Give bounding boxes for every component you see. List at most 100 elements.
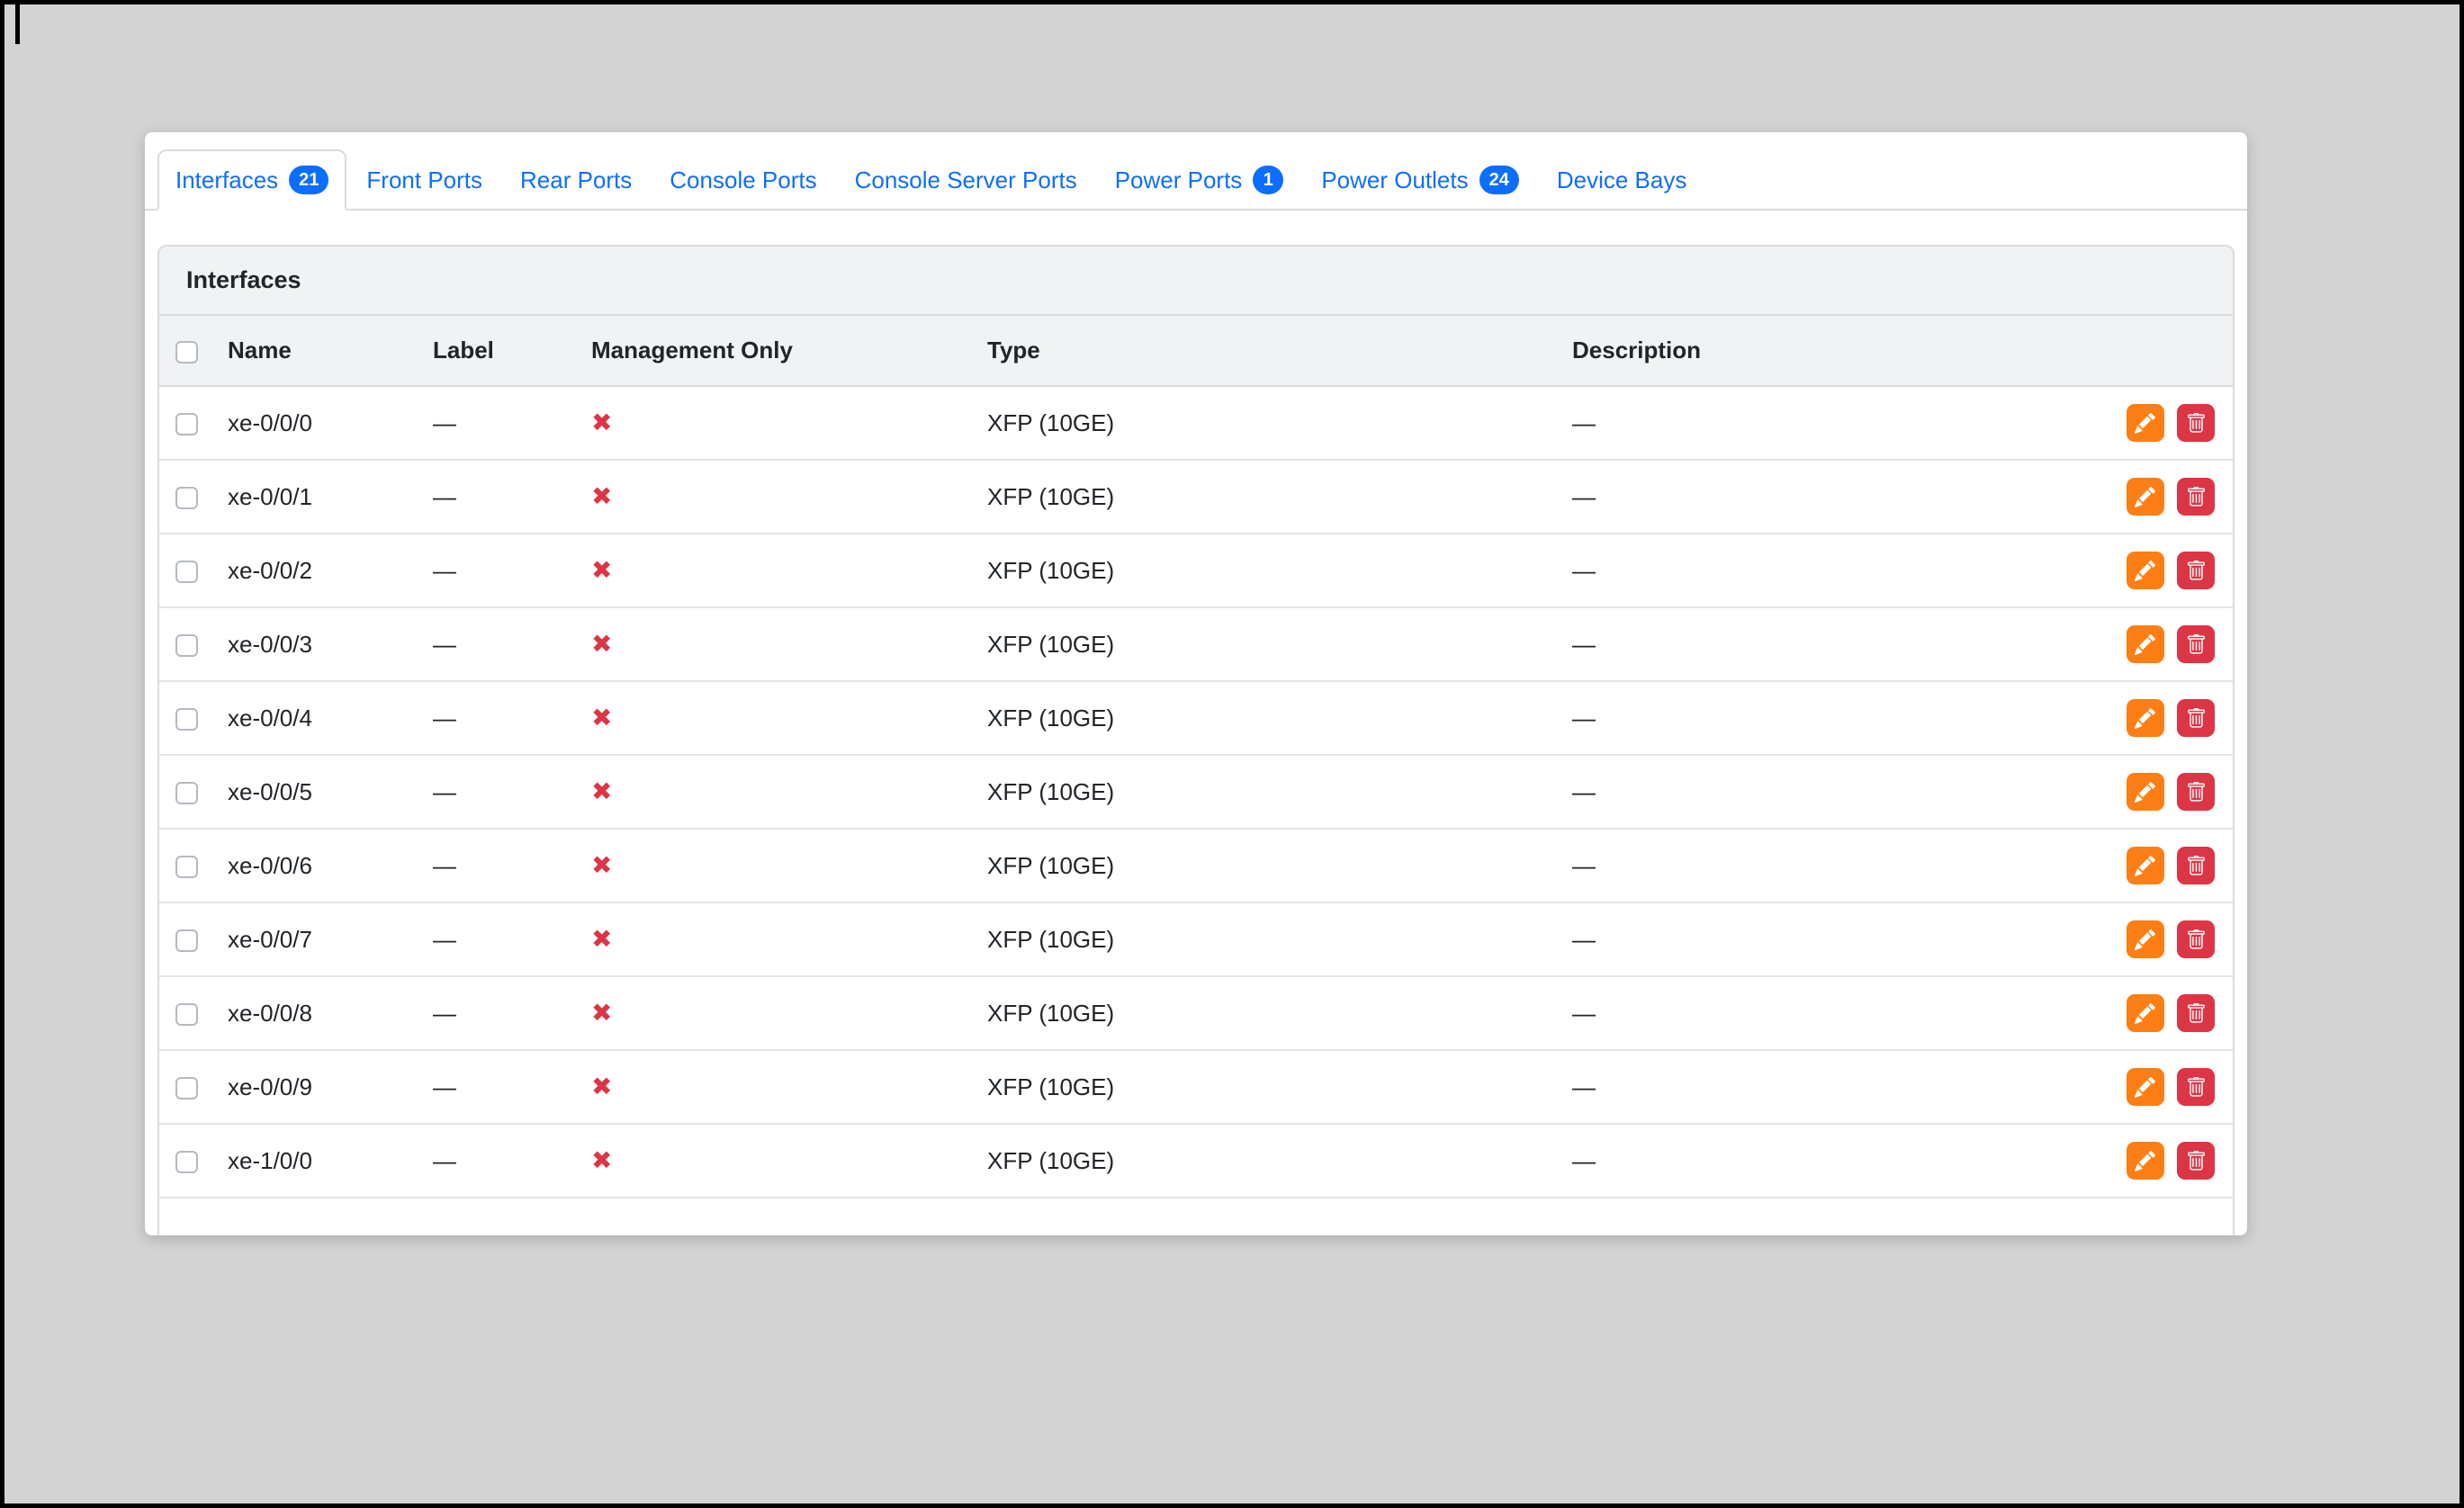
- interface-label: —: [433, 829, 591, 903]
- pencil-icon: [2135, 929, 2156, 950]
- interfaces-table: Name Label Management Only Type Descript…: [159, 316, 2233, 1198]
- management-only-false-icon: ✖: [591, 850, 613, 879]
- edit-button[interactable]: [2126, 773, 2164, 811]
- interface-type: XFP (10GE): [987, 386, 1572, 461]
- management-only-false-icon: ✖: [591, 481, 613, 510]
- interface-type: XFP (10GE): [987, 902, 1572, 977]
- pencil-icon: [2135, 1076, 2156, 1098]
- edit-button[interactable]: [2126, 625, 2164, 663]
- interface-description: —: [1572, 534, 2116, 608]
- interface-label: —: [433, 681, 591, 756]
- row-checkbox[interactable]: [175, 782, 198, 805]
- pencil-icon: [2135, 855, 2156, 876]
- interface-row: xe-0/0/3 — ✖ XFP (10GE) —: [159, 607, 2233, 682]
- panel-title: Interfaces: [159, 247, 2233, 316]
- delete-button[interactable]: [2177, 478, 2215, 516]
- trash-icon: [2187, 781, 2205, 802]
- interface-description: —: [1572, 976, 2116, 1051]
- interface-name: xe-0/0/7: [228, 902, 433, 977]
- delete-button[interactable]: [2177, 773, 2215, 811]
- edit-button[interactable]: [2126, 478, 2164, 516]
- interface-type: XFP (10GE): [987, 976, 1572, 1051]
- delete-button[interactable]: [2177, 404, 2215, 442]
- delete-button[interactable]: [2177, 994, 2215, 1032]
- delete-button[interactable]: [2177, 625, 2215, 663]
- delete-button[interactable]: [2177, 920, 2215, 958]
- pencil-icon: [2135, 1002, 2156, 1024]
- interface-description: —: [1572, 460, 2116, 534]
- interface-name: xe-0/0/0: [228, 386, 433, 461]
- edit-button[interactable]: [2126, 994, 2164, 1032]
- interface-type: XFP (10GE): [987, 1124, 1572, 1198]
- tab-rear-ports[interactable]: Rear Ports: [502, 149, 650, 211]
- select-all-checkbox[interactable]: [175, 340, 198, 364]
- edit-button[interactable]: [2126, 699, 2164, 737]
- edit-button[interactable]: [2126, 847, 2164, 884]
- row-checkbox[interactable]: [175, 1077, 198, 1100]
- interface-description: —: [1572, 829, 2116, 903]
- column-header-name: Name: [228, 316, 433, 387]
- row-checkbox[interactable]: [175, 1151, 198, 1174]
- interface-name: xe-0/0/4: [228, 681, 433, 756]
- pencil-icon: [2135, 633, 2156, 655]
- edit-button[interactable]: [2126, 1068, 2164, 1106]
- row-checkbox[interactable]: [175, 929, 198, 953]
- tab-console-ports[interactable]: Console Ports: [652, 149, 834, 211]
- interface-label: —: [433, 460, 591, 534]
- tab-count-badge: 21: [289, 166, 329, 194]
- interface-name: xe-0/0/2: [228, 534, 433, 608]
- row-checkbox[interactable]: [175, 561, 198, 584]
- edit-button[interactable]: [2126, 920, 2164, 958]
- delete-button[interactable]: [2177, 1142, 2215, 1180]
- management-only-false-icon: ✖: [591, 629, 613, 658]
- delete-button[interactable]: [2177, 1068, 2215, 1106]
- pencil-icon: [2135, 781, 2156, 803]
- row-checkbox[interactable]: [175, 1003, 198, 1027]
- tab-label: Front Ports: [366, 166, 483, 193]
- tab-device-bays[interactable]: Device Bays: [1539, 149, 1705, 211]
- trash-icon: [2187, 486, 2205, 507]
- row-checkbox[interactable]: [175, 634, 198, 658]
- interface-description: —: [1572, 902, 2116, 977]
- edit-button[interactable]: [2126, 404, 2164, 442]
- tab-power-ports[interactable]: Power Ports 1: [1097, 149, 1302, 211]
- tab-count-badge: 24: [1479, 166, 1519, 194]
- tab-interfaces[interactable]: Interfaces 21: [157, 149, 347, 211]
- pencil-icon: [2135, 412, 2156, 434]
- delete-button[interactable]: [2177, 552, 2215, 589]
- interface-description: —: [1572, 755, 2116, 830]
- delete-button[interactable]: [2177, 847, 2215, 884]
- edit-button[interactable]: [2126, 552, 2164, 589]
- delete-button[interactable]: [2177, 699, 2215, 737]
- interface-row: xe-0/0/1 — ✖ XFP (10GE) —: [159, 460, 2233, 534]
- edit-button[interactable]: [2126, 1142, 2164, 1180]
- management-only-false-icon: ✖: [591, 998, 613, 1027]
- column-header-type: Type: [987, 316, 1572, 387]
- interface-row: xe-0/0/9 — ✖ XFP (10GE) —: [159, 1050, 2233, 1125]
- interface-label: —: [433, 755, 591, 830]
- interface-type: XFP (10GE): [987, 829, 1572, 903]
- tab-label: Console Server Ports: [854, 166, 1077, 193]
- interface-description: —: [1572, 1124, 2116, 1198]
- pencil-icon: [2135, 707, 2156, 729]
- tab-console-server-ports[interactable]: Console Server Ports: [837, 149, 1095, 211]
- interface-label: —: [433, 902, 591, 977]
- row-checkbox[interactable]: [175, 413, 198, 436]
- interface-row: xe-0/0/4 — ✖ XFP (10GE) —: [159, 681, 2233, 756]
- management-only-false-icon: ✖: [591, 703, 613, 732]
- row-checkbox[interactable]: [175, 856, 198, 879]
- column-header-actions: [2116, 316, 2233, 387]
- row-checkbox[interactable]: [175, 487, 198, 510]
- interface-name: xe-0/0/3: [228, 607, 433, 682]
- trash-icon: [2187, 855, 2205, 875]
- interface-row: xe-0/0/7 — ✖ XFP (10GE) —: [159, 902, 2233, 977]
- trash-icon: [2187, 412, 2205, 433]
- pencil-icon: [2135, 486, 2156, 507]
- trash-icon: [2187, 1150, 2205, 1171]
- tab-power-outlets[interactable]: Power Outlets 24: [1303, 149, 1537, 211]
- trash-icon: [2187, 929, 2205, 949]
- interface-name: xe-0/0/1: [228, 460, 433, 534]
- row-checkbox[interactable]: [175, 708, 198, 732]
- interface-name: xe-1/0/0: [228, 1124, 433, 1198]
- tab-front-ports[interactable]: Front Ports: [348, 149, 500, 211]
